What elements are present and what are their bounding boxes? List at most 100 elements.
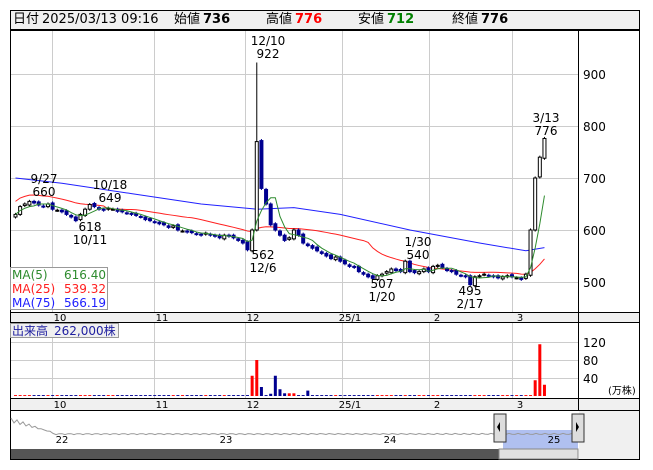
volume-bar <box>171 395 175 396</box>
ma-legend-value: 566.19 <box>64 296 106 310</box>
volume-bar <box>529 395 533 396</box>
volume-bar <box>501 395 505 396</box>
navigator-scrollbar-track <box>11 449 499 459</box>
month-label: 12 <box>247 313 260 324</box>
price-chart[interactable]: 10101111121225/125/122339008007006005001… <box>0 0 653 470</box>
annotation-date: 10/11 <box>73 233 108 247</box>
volume-bar <box>88 395 92 396</box>
volume-bar <box>18 395 22 396</box>
annotation-date: 9/27 <box>31 172 58 186</box>
ma-legend-value: 616.40 <box>64 268 106 282</box>
volume-bar <box>287 393 291 396</box>
volume-bar <box>222 395 226 396</box>
candle <box>273 223 278 231</box>
volume-bar <box>246 395 249 396</box>
candle <box>27 200 32 206</box>
volume-bar <box>459 395 463 396</box>
candle <box>384 271 389 274</box>
volume-bar <box>255 360 259 396</box>
volume-bar <box>241 395 245 396</box>
volume-bar <box>292 393 296 396</box>
volume-bar <box>176 395 180 396</box>
volume-tick: 80 <box>583 354 598 368</box>
volume-bar <box>329 395 333 396</box>
annotation-date: 10/18 <box>93 178 128 192</box>
candle <box>310 245 315 249</box>
candle <box>482 273 487 276</box>
candle <box>537 156 542 178</box>
volume-bar <box>162 395 166 396</box>
month-label: 2 <box>434 313 440 324</box>
candle <box>268 203 273 226</box>
price-tick: 800 <box>583 120 606 134</box>
volume-bar <box>510 395 514 396</box>
volume-bar <box>65 395 69 396</box>
volume-bar <box>208 395 212 396</box>
candle <box>245 241 250 251</box>
navigator-year: 24 <box>384 435 397 446</box>
volume-bar <box>125 395 129 396</box>
annotation-date: 2/17 <box>457 297 484 311</box>
navigator-selection <box>503 430 578 449</box>
candle <box>194 233 199 236</box>
navigator-year: 23 <box>220 435 233 446</box>
volume-bar <box>37 395 41 396</box>
candle <box>92 202 97 208</box>
volume-bar <box>436 395 440 396</box>
annotation-date: 1/30 <box>405 235 432 249</box>
volume-legend-value: 262,000株 <box>54 323 116 338</box>
annotation-price: 495 <box>459 284 482 298</box>
candle <box>129 212 134 215</box>
month-label: 3 <box>517 313 523 324</box>
candle <box>407 260 412 273</box>
navigator-scrollbar-thumb[interactable] <box>498 448 579 460</box>
volume-bar <box>60 395 64 396</box>
candle <box>454 270 459 275</box>
volume-bar <box>464 395 468 396</box>
annotation-price: 922 <box>257 47 280 61</box>
month-label: 11 <box>156 400 169 411</box>
candle <box>514 277 519 280</box>
candle <box>542 137 547 159</box>
candle <box>435 264 440 267</box>
volume-bar <box>505 395 509 396</box>
price-tick: 700 <box>583 172 606 186</box>
volume-bar <box>320 395 324 396</box>
volume-bar <box>413 395 417 396</box>
candle <box>500 276 505 280</box>
candle <box>393 268 398 272</box>
candle <box>329 254 334 260</box>
candle <box>59 209 64 213</box>
volume-bar <box>487 395 491 396</box>
candle <box>171 225 176 228</box>
candle <box>417 271 422 275</box>
volume-bar <box>450 395 454 396</box>
volume-bar <box>74 395 78 396</box>
volume-bar <box>204 395 208 396</box>
volume-bar <box>431 395 435 396</box>
volume-bar <box>542 384 546 396</box>
annotation-date: 1/20 <box>369 290 396 304</box>
volume-bar <box>408 395 412 396</box>
candle <box>236 238 241 241</box>
volume-bar <box>478 395 481 396</box>
candle <box>477 275 482 278</box>
volume-bar <box>116 395 120 396</box>
volume-bar <box>496 395 500 396</box>
annotation-price: 618 <box>79 220 102 234</box>
annotation-price: 562 <box>252 248 275 262</box>
volume-bar <box>533 380 537 396</box>
volume-legend-label: 出来高 <box>12 323 48 338</box>
volume-bar <box>315 395 319 396</box>
candle <box>73 216 78 222</box>
volume-bar <box>417 395 421 396</box>
candle <box>69 214 74 218</box>
volume-bar <box>445 395 449 396</box>
candle <box>519 277 524 280</box>
volume-bar <box>338 395 342 396</box>
volume-bar <box>491 395 495 396</box>
candle <box>166 225 171 228</box>
annotation-price: 776 <box>535 124 558 138</box>
candle <box>189 230 194 234</box>
candles <box>13 62 547 288</box>
